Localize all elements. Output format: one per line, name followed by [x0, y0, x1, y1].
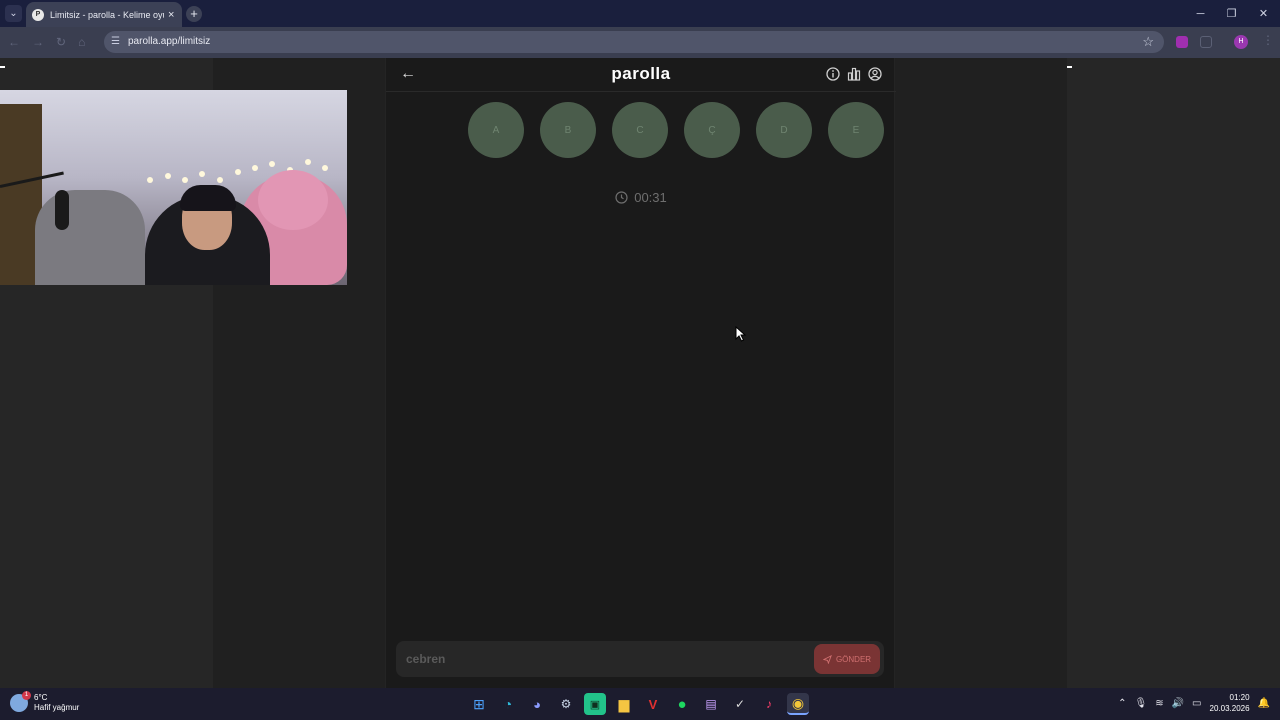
- new-tab-button[interactable]: +: [186, 6, 202, 22]
- extension-icon[interactable]: [1176, 36, 1188, 48]
- weather-badge: 1: [22, 691, 31, 700]
- webcam-teddy-head: [258, 170, 328, 230]
- valorant-icon[interactable]: V: [642, 693, 664, 715]
- header-icons: [826, 67, 882, 81]
- wifi-icon[interactable]: ≋: [1155, 698, 1163, 709]
- chrome-icon[interactable]: ◉: [787, 693, 809, 715]
- weather-desc: Hafif yağmur: [34, 703, 80, 712]
- window-controls: ─ ❐ ✕: [1185, 0, 1280, 27]
- send-icon: [822, 654, 832, 664]
- url-text: parolla.app/limitsiz: [128, 36, 211, 47]
- letter-circle: Ç: [684, 102, 740, 158]
- steam-icon[interactable]: ⚙: [555, 693, 577, 715]
- system-tray: ⌃ 🎙 ≋ 🔊 ▭ 01:20 20.03.2026 🔔: [1118, 692, 1270, 714]
- home-icon[interactable]: ⌂: [78, 35, 85, 49]
- letter-circles: A B C Ç D E: [468, 102, 884, 158]
- letter-circle: A: [468, 102, 524, 158]
- window-close-icon[interactable]: ✕: [1247, 0, 1280, 27]
- nav-buttons: ← → ↻ ⌂: [8, 35, 85, 49]
- browser-tab-bar: ⌄ P Limitsiz - parolla - Kelime oyunu × …: [0, 0, 1280, 27]
- app-document-icon[interactable]: ▤: [700, 693, 722, 715]
- timer: 00:31: [386, 190, 896, 205]
- letter-circle: E: [828, 102, 884, 158]
- windows-taskbar: 1 6°C Hafif yağmur ⊞ ◔ ◕ ⚙ ▣ ▆ V ● ▤ ✓ ♪…: [0, 688, 1280, 720]
- browser-tab[interactable]: P Limitsiz - parolla - Kelime oyunu ×: [26, 2, 182, 27]
- site-info-icon[interactable]: ☰: [111, 36, 120, 47]
- reload-icon[interactable]: ↻: [56, 35, 66, 49]
- clock-date: 20.03.2026: [1209, 704, 1250, 713]
- game-panel: ← parolla A B C Ç D E 00:31 GÖNDER: [385, 58, 896, 688]
- browser-toolbar: ← → ↻ ⌂ ☰ parolla.app/limitsiz ☆ H ⋮: [0, 27, 1280, 58]
- edge-marker: [0, 66, 5, 68]
- extensions-puzzle-icon[interactable]: [1200, 36, 1212, 48]
- notification-icon[interactable]: 🔔: [1258, 698, 1270, 709]
- taskbar-apps: ⊞ ◔ ◕ ⚙ ▣ ▆ V ● ▤ ✓ ♪ ◉: [468, 693, 809, 715]
- right-margin: [1067, 58, 1280, 688]
- send-button-label: GÖNDER: [835, 654, 872, 664]
- weather-temp: 6°C: [34, 693, 48, 702]
- webcam-microphone: [55, 190, 69, 230]
- tiktok-icon[interactable]: ♪: [758, 693, 780, 715]
- app-green-icon[interactable]: ▣: [584, 693, 606, 715]
- edge-marker: [1067, 66, 1072, 68]
- stats-icon[interactable]: [847, 67, 861, 81]
- spotify-icon[interactable]: ●: [671, 693, 693, 715]
- weather-rain-icon: 1: [10, 691, 31, 712]
- timer-text: 00:31: [634, 190, 667, 205]
- browser-menu-icon[interactable]: ⋮: [1262, 33, 1274, 47]
- mouse-cursor-icon: [735, 326, 747, 342]
- answer-input[interactable]: [406, 649, 796, 669]
- windows-start-icon[interactable]: ⊞: [468, 693, 490, 715]
- clock-time: 01:20: [1229, 693, 1250, 702]
- forward-nav-icon[interactable]: →: [32, 35, 44, 49]
- battery-icon[interactable]: ▭: [1192, 698, 1201, 709]
- parolla-favicon-icon: P: [32, 8, 44, 21]
- tray-overflow-icon[interactable]: ⌃: [1118, 698, 1126, 709]
- minimize-icon[interactable]: ─: [1185, 0, 1216, 27]
- letter-circle: C: [612, 102, 668, 158]
- webcam-person-hair: [180, 185, 236, 211]
- weather-text: 6°C Hafif yağmur: [34, 693, 79, 713]
- address-bar[interactable]: ☰ parolla.app/limitsiz ☆: [104, 31, 1164, 53]
- letter-circle: B: [540, 102, 596, 158]
- letter-circle: D: [756, 102, 812, 158]
- webcam-headboard: [35, 190, 145, 285]
- bookmark-star-icon[interactable]: ☆: [1142, 34, 1154, 50]
- clock-icon: [615, 191, 628, 204]
- microphone-icon[interactable]: 🎙: [1135, 698, 1148, 709]
- app-v-icon[interactable]: ✓: [729, 693, 751, 715]
- tab-search-button[interactable]: ⌄: [5, 5, 22, 22]
- edge-browser-icon[interactable]: ◔: [497, 693, 519, 715]
- volume-icon[interactable]: 🔊: [1172, 698, 1184, 709]
- weather-widget[interactable]: 1 6°C Hafif yağmur: [10, 691, 79, 713]
- tab-close-icon[interactable]: ×: [168, 9, 174, 21]
- info-icon[interactable]: [826, 67, 840, 81]
- send-button[interactable]: GÖNDER: [814, 644, 880, 674]
- clock[interactable]: 01:20 20.03.2026: [1210, 692, 1250, 714]
- restore-icon[interactable]: ❐: [1216, 0, 1247, 27]
- discord-icon[interactable]: ◕: [526, 693, 548, 715]
- webcam-overlay: [0, 90, 347, 285]
- back-nav-icon[interactable]: ←: [8, 35, 20, 49]
- answer-input-container: GÖNDER: [396, 641, 884, 677]
- tab-title: Limitsiz - parolla - Kelime oyunu: [50, 9, 164, 20]
- file-explorer-icon[interactable]: ▆: [613, 693, 635, 715]
- game-header: ← parolla: [386, 58, 896, 92]
- user-account-icon[interactable]: [868, 67, 882, 81]
- profile-avatar[interactable]: H: [1234, 35, 1248, 49]
- game-logo: parolla: [611, 64, 671, 83]
